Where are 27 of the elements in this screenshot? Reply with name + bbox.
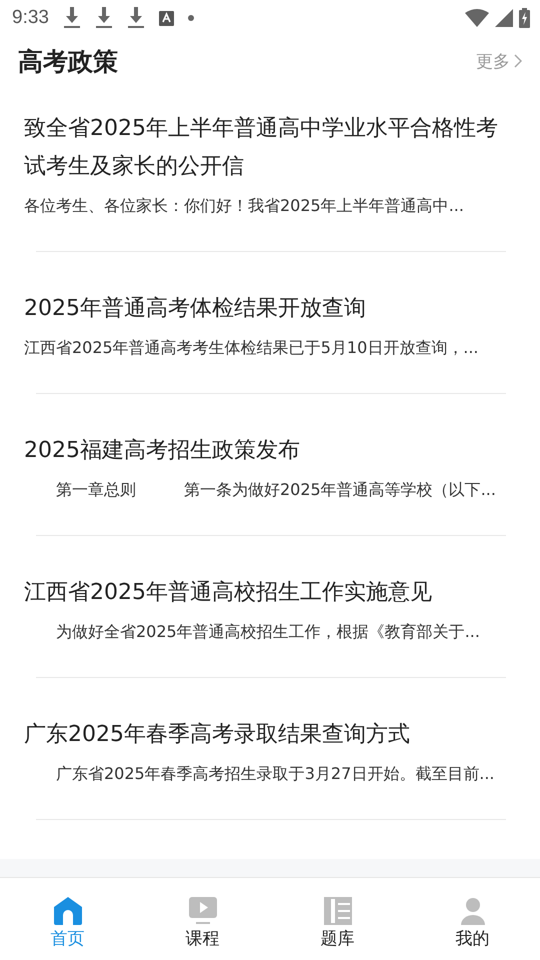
- article-summary: 为做好全省2025年普通高校招生工作，根据《教育部关于...: [55, 621, 481, 643]
- article-title[interactable]: 广东2025年春季高考录取结果查询方式: [24, 716, 518, 754]
- chevron-right-icon: [514, 54, 522, 68]
- status-time: 9:33: [12, 7, 49, 29]
- signal-icon: [495, 9, 513, 27]
- wifi-icon: [465, 9, 489, 27]
- book-list-icon: [322, 896, 352, 924]
- section-title: 高考政策: [18, 46, 118, 78]
- article-title[interactable]: 致全省2025年上半年普通高中学业水平合格性考试考生及家长的公开信: [24, 110, 518, 186]
- article-summary: 广东省2025年春季高考招生录取于3月27日开始。截至目前...: [55, 763, 496, 785]
- nav-tab[interactable]: 题库: [270, 878, 405, 960]
- download-icon: [126, 7, 145, 29]
- article-title[interactable]: 江西省2025年普通高校招生工作实施意见: [24, 574, 518, 612]
- article-title[interactable]: 2025年普通高考体检结果开放查询: [24, 290, 518, 328]
- keyboard-app-icon: [158, 10, 174, 26]
- article-summary: 江西省2025年普通高考考生体检结果已于5月10日开放查询，...: [24, 337, 480, 359]
- nav-tab[interactable]: 课程: [135, 878, 270, 960]
- article-title[interactable]: 2025福建高考招生政策发布: [24, 432, 518, 470]
- dot-icon: [188, 15, 194, 21]
- download-icon: [94, 7, 113, 29]
- nav-tab[interactable]: 我的: [405, 878, 540, 960]
- battery-charging-icon: [519, 8, 530, 28]
- home-icon: [52, 896, 82, 924]
- download-icon: [62, 7, 81, 29]
- play-screen-icon: [188, 896, 218, 924]
- article-summary: 各位考生、各位家长：你们好！我省2025年上半年普通高中...: [24, 195, 465, 217]
- article-summary: 第一章总则 第一条为做好2025年普通高等学校（以下...: [55, 479, 497, 501]
